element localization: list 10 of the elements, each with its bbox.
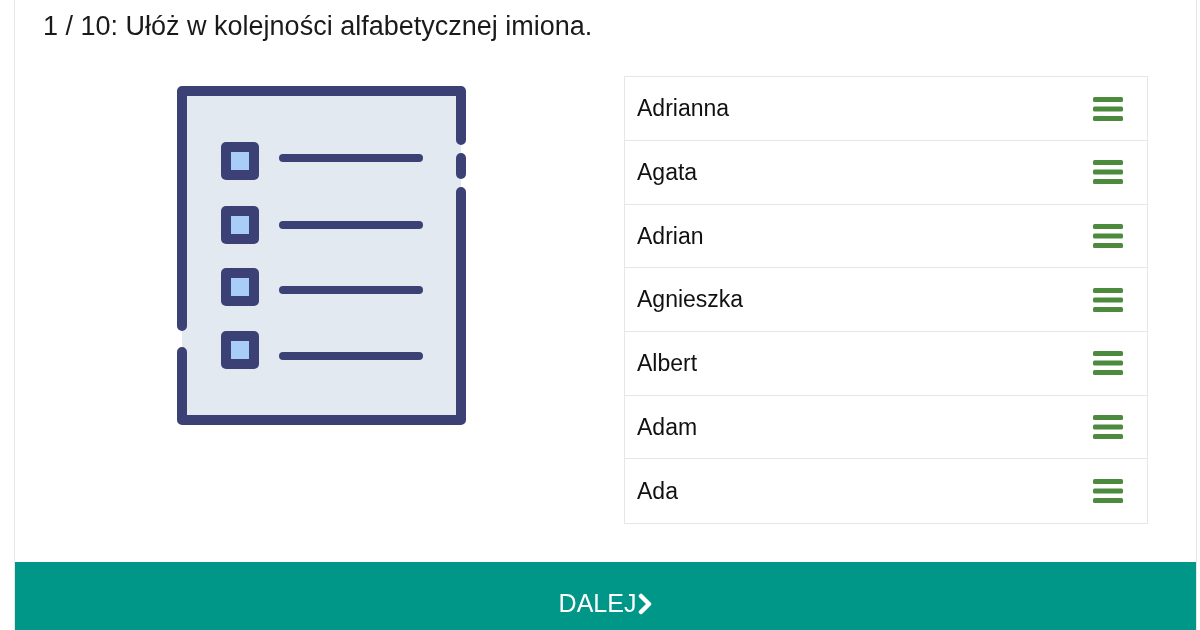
question-title: 1 / 10: Ułóż w kolejności alfabetycznej imiona.: [43, 10, 593, 43]
hamburger-icon[interactable]: [1093, 96, 1123, 121]
hamburger-icon[interactable]: [1093, 223, 1123, 248]
next-button[interactable]: DALEJ: [15, 562, 1196, 630]
hamburger-icon[interactable]: [1093, 351, 1123, 376]
hamburger-icon[interactable]: [1093, 287, 1123, 312]
hamburger-icon[interactable]: [1093, 414, 1123, 439]
chevron-right-icon: [638, 593, 653, 615]
hamburger-icon[interactable]: [1093, 479, 1123, 504]
hamburger-icon[interactable]: [1093, 160, 1123, 185]
